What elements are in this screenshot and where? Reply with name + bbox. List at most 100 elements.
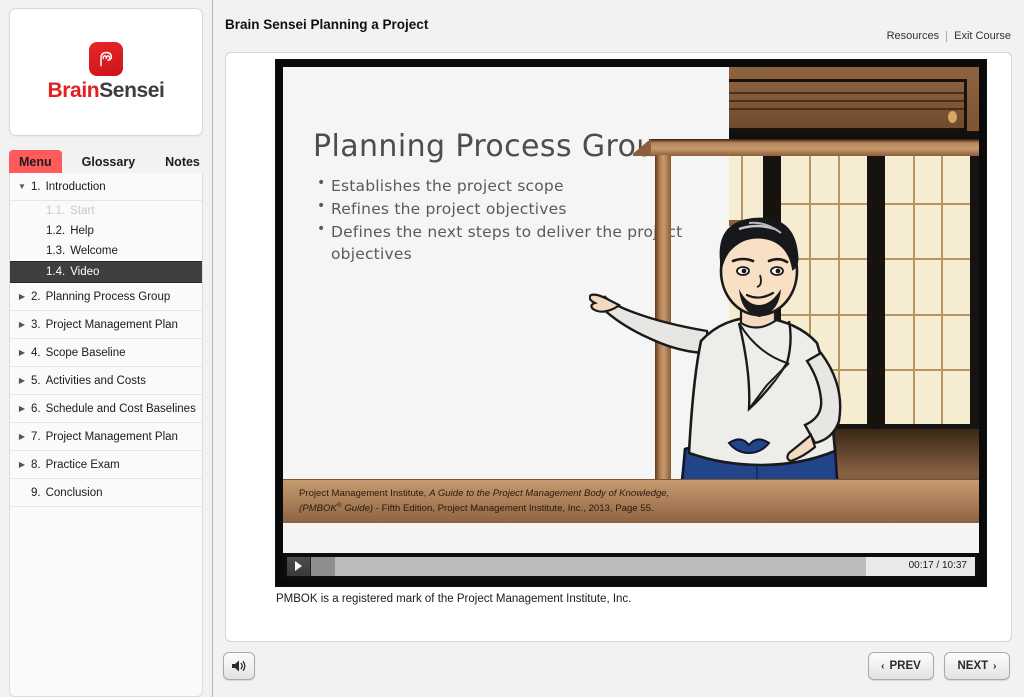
volume-button[interactable] <box>223 652 255 680</box>
sidebar-item-number: 1.2. <box>46 225 65 237</box>
sidebar-item-introduction[interactable]: ▼ 1. Introduction <box>10 173 202 201</box>
door-knob-icon <box>948 111 957 123</box>
sidebar-item-label: Help <box>70 225 94 237</box>
citation-plain-2: - Fifth Edition, Project Management Inst… <box>373 504 654 515</box>
sidebar-item-welcome[interactable]: 1.3. Welcome <box>10 241 202 261</box>
navigation-buttons: ‹ PREV NEXT › <box>868 652 1010 680</box>
course-player-window: BrainSensei Menu Glossary Notes ▼ 1. Int… <box>0 0 1024 697</box>
course-outline-list[interactable]: ▼ 1. Introduction 1.1. Start 1.2. Help 1… <box>9 173 203 697</box>
sidebar-item-label: Project Management Plan <box>46 319 178 331</box>
prev-button[interactable]: ‹ PREV <box>868 652 934 680</box>
sidebar-item-activities-and-costs[interactable]: ▶ 5. Activities and Costs <box>10 367 202 395</box>
citation-band: Project Management Institute, A Guide to… <box>283 479 979 523</box>
sidebar-item-video[interactable]: 1.4. Video <box>10 261 202 283</box>
citation-italic-2: (PMBOK <box>299 504 337 515</box>
tab-menu[interactable]: Menu <box>9 150 62 173</box>
no-chevron-icon <box>16 488 28 497</box>
sidebar-item-project-management-plan-3[interactable]: ▶ 3. Project Management Plan <box>10 311 202 339</box>
sidebar-item-number: 8. <box>31 459 41 471</box>
sidebar-item-label: Scope Baseline <box>46 347 126 359</box>
sidebar-item-number: 1.4. <box>46 266 65 278</box>
sidebar-item-number: 1.3. <box>46 245 65 257</box>
chevron-right-icon: ▶ <box>16 376 28 385</box>
sidebar-item-label: Welcome <box>70 245 118 257</box>
sidebar-item-label: Planning Process Group <box>46 291 171 303</box>
citation-plain-1: Project Management Institute, <box>299 488 429 499</box>
sidebar-item-label: Start <box>70 205 94 217</box>
bottom-bar: ‹ PREV NEXT › <box>213 642 1024 697</box>
prev-label: PREV <box>890 660 921 672</box>
sidebar-item-scope-baseline[interactable]: ▶ 4. Scope Baseline <box>10 339 202 367</box>
top-bar: Brain Sensei Planning a Project Resource… <box>213 0 1024 52</box>
video-player[interactable]: Planning Process Group Establishes the p… <box>276 60 986 586</box>
play-button[interactable] <box>287 557 311 576</box>
sidebar: BrainSensei Menu Glossary Notes ▼ 1. Int… <box>0 0 213 697</box>
tab-glossary[interactable]: Glossary <box>72 150 146 173</box>
sidebar-item-project-management-plan-7[interactable]: ▶ 7. Project Management Plan <box>10 423 202 451</box>
sidebar-item-number: 7. <box>31 431 41 443</box>
sidebar-item-label: Introduction <box>46 181 106 193</box>
chevron-right-icon: › <box>993 661 996 672</box>
video-viewport: Planning Process Group Establishes the p… <box>283 67 979 579</box>
resources-link[interactable]: Resources <box>887 30 940 42</box>
top-links: Resources Exit Course <box>887 30 1011 42</box>
brand-logo: BrainSensei <box>9 8 203 136</box>
slide-title: Planning Process Group <box>313 129 675 164</box>
sidebar-item-number: 3. <box>31 319 41 331</box>
citation-text: Project Management Institute, A Guide to… <box>299 487 819 517</box>
brain-icon <box>89 42 123 76</box>
progress-bar[interactable]: 00:17 / 10:37 <box>335 557 975 576</box>
chevron-right-icon: ▶ <box>16 432 28 441</box>
video-scene: Planning Process Group Establishes the p… <box>283 67 979 579</box>
sensei-character <box>589 213 919 513</box>
slide-content-card: Planning Process Group Establishes the p… <box>225 52 1012 642</box>
brand-wordmark: BrainSensei <box>48 79 165 103</box>
brand-word-sensei: Sensei <box>99 79 164 102</box>
sidebar-item-planning-process-group[interactable]: ▶ 2. Planning Process Group <box>10 283 202 311</box>
exit-course-link[interactable]: Exit Course <box>954 30 1011 42</box>
next-label: NEXT <box>957 660 988 672</box>
main-content: Brain Sensei Planning a Project Resource… <box>213 0 1024 697</box>
time-display: 00:17 / 10:37 <box>909 560 967 571</box>
sidebar-item-number: 4. <box>31 347 41 359</box>
play-icon <box>295 561 302 571</box>
sidebar-item-number: 1.1. <box>46 205 65 217</box>
video-caption: PMBOK is a registered mark of the Projec… <box>276 593 631 605</box>
sidebar-item-number: 2. <box>31 291 41 303</box>
brand-word-brain: Brain <box>48 79 100 102</box>
sidebar-item-label: Activities and Costs <box>46 375 146 387</box>
sidebar-item-label: Conclusion <box>46 487 103 499</box>
chevron-right-icon: ▶ <box>16 320 28 329</box>
sidebar-item-number: 5. <box>31 375 41 387</box>
sidebar-item-label: Video <box>70 266 99 278</box>
sidebar-item-help[interactable]: 1.2. Help <box>10 221 202 241</box>
chevron-right-icon: ▶ <box>16 460 28 469</box>
link-divider <box>946 31 947 42</box>
speaker-icon <box>231 659 247 673</box>
chevron-left-icon: ‹ <box>881 661 884 672</box>
sidebar-item-number: 6. <box>31 403 41 415</box>
scrubber-handle[interactable] <box>311 557 335 576</box>
chevron-right-icon: ▶ <box>16 404 28 413</box>
sidebar-item-conclusion[interactable]: 9. Conclusion <box>10 479 202 507</box>
sidebar-item-schedule-and-cost-baselines[interactable]: ▶ 6. Schedule and Cost Baselines <box>10 395 202 423</box>
citation-italic-1: A Guide to the Project Management Body o… <box>429 488 669 499</box>
chevron-right-icon: ▶ <box>16 348 28 357</box>
page-title: Brain Sensei Planning a Project <box>225 17 428 32</box>
sidebar-tabs: Menu Glossary Notes <box>9 150 203 173</box>
video-control-bar: 00:17 / 10:37 <box>283 553 979 579</box>
sidebar-item-label: Project Management Plan <box>46 431 178 443</box>
sidebar-item-number: 1. <box>31 181 41 193</box>
wooden-beam <box>649 139 979 156</box>
tab-notes[interactable]: Notes <box>155 150 210 173</box>
sidebar-item-practice-exam[interactable]: ▶ 8. Practice Exam <box>10 451 202 479</box>
sidebar-item-number: 9. <box>31 487 41 499</box>
sidebar-item-start[interactable]: 1.1. Start <box>10 201 202 221</box>
chevron-right-icon: ▶ <box>16 292 28 301</box>
progress-fill <box>335 557 866 576</box>
citation-italic-3: Guide) <box>342 504 373 515</box>
sidebar-item-label: Practice Exam <box>46 459 120 471</box>
chevron-down-icon: ▼ <box>16 182 28 191</box>
sidebar-item-label: Schedule and Cost Baselines <box>46 403 196 415</box>
next-button[interactable]: NEXT › <box>944 652 1010 680</box>
